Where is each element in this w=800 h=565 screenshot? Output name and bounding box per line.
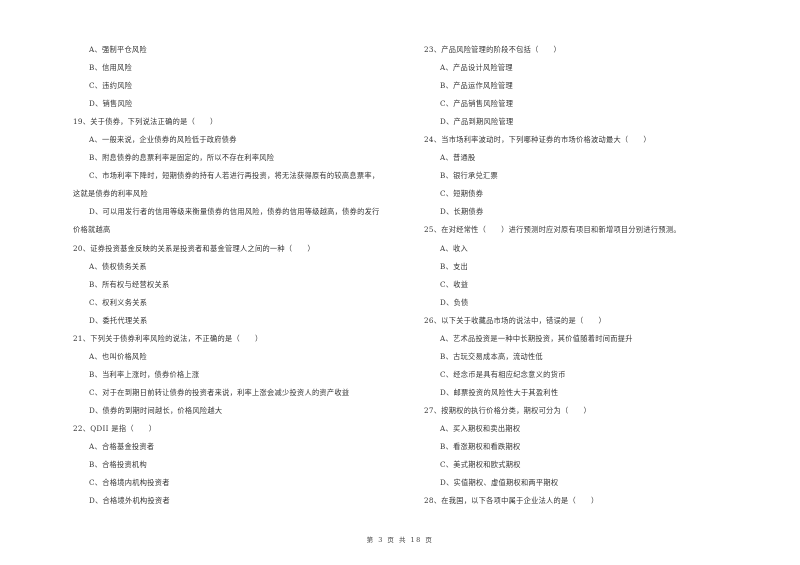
q24-stem: 24、当市场利率波动时，下列哪种证券的市场价格波动最大（ ） (424, 135, 651, 145)
q26-stem: 26、以下关于收藏品市场的说法中，错误的是（ ） (424, 315, 606, 325)
q18-option-d: D、销售风险 (89, 99, 133, 109)
q25-option-b: B、支出 (440, 261, 469, 271)
q22-stem: 22、QDII 是指（ ） (73, 423, 157, 433)
q24-option-d: D、长期债券 (440, 207, 484, 217)
q26-option-b: B、古玩交易成本高，流动性低 (440, 351, 543, 361)
q27-option-a: A、买入期权和卖出期权 (440, 423, 521, 433)
q24-option-c: C、短期债券 (440, 189, 484, 199)
q25-stem: 25、在对经常性（ ）进行预测时应对原有项目和新增项目分别进行预测。 (424, 225, 681, 235)
q24-option-b: B、银行承兑汇票 (440, 171, 498, 181)
q21-option-a: A、也叫价格风险 (89, 351, 147, 361)
q20-option-c: C、权利义务关系 (89, 297, 148, 307)
q23-option-b: B、产品运作风险管理 (440, 81, 513, 91)
q25-option-a: A、收入 (440, 243, 468, 253)
q23-stem: 23、产品风险管理的阶段不包括（ ） (424, 45, 562, 54)
q22-option-b: B、合格投资机构 (89, 460, 147, 470)
q20-stem: 20、证券投资基金反映的关系是投资者和基金管理人之间的一种（ ） (73, 243, 315, 253)
q19-option-d: D、可以用发行者的信用等级来衡量债券的信用风险，债券的信用等级越高，债券的发行 (89, 207, 380, 217)
q22-option-c: C、合格境内机构投资者 (89, 478, 170, 488)
q22-option-a: A、合格基金投资者 (89, 442, 155, 452)
q21-option-b: B、当利率上涨时，债券价格上涨 (89, 369, 200, 379)
q27-option-b: B、看涨期权和看跌期权 (440, 442, 521, 452)
page-number-footer: 第 3 页 共 18 页 (366, 536, 434, 544)
q21-stem: 21、下列关于债券利率风险的说法，不正确的是（ ） (73, 333, 263, 343)
q27-stem: 27、按期权的执行价格分类，期权可分为（ ） (424, 405, 591, 415)
left-column: A、强制平仓风险 B、信用风险 C、违约风险 D、销售风险 19、关于债券，下列… (73, 41, 418, 510)
q23-option-a: A、产品设计风险管理 (440, 63, 513, 73)
q27-option-d: D、实值期权、虚值期权和两平期权 (440, 478, 559, 488)
q23-option-c: C、产品销售风险管理 (440, 99, 514, 109)
q26-option-a: A、艺术品投资是一种中长期投资，其价值随着时间而提升 (440, 333, 633, 343)
q19-option-a: A、一般来说，企业债券的风险低于政府债券 (89, 135, 237, 145)
q24-option-a: A、普通股 (440, 153, 476, 163)
q26-option-c: C、经念币是具有相应纪念意义的货币 (440, 369, 566, 379)
q18-option-a: A、强制平仓风险 (89, 45, 147, 54)
q21-option-d: D、债券的到期时间越长，价格风险越大 (89, 405, 223, 415)
q18-option-b: B、信用风险 (89, 63, 133, 73)
q19-option-b: B、附息债券的息票利率是固定的，所以不存在利率风险 (89, 153, 275, 163)
q19-stem: 19、关于债券，下列说法正确的是（ ） (73, 117, 218, 127)
q26-option-d: D、邮票投资的风险性大于其盈利性 (440, 387, 559, 397)
right-column: 23、产品风险管理的阶段不包括（ ） A、产品设计风险管理 B、产品运作风险管理… (424, 41, 754, 510)
q23-option-d: D、产品到期风险管理 (440, 117, 514, 127)
q19-option-c-continued: 这就是债券的利率风险 (73, 189, 148, 199)
q21-option-c: C、对于在到期日前转让债券的投资者来说，利率上涨会减少投资人的资产收益 (89, 387, 350, 397)
q25-option-c: C、收益 (440, 279, 469, 289)
q25-option-d: D、负债 (440, 297, 469, 307)
q20-option-d: D、委托代理关系 (89, 315, 148, 325)
q20-option-a: A、债权债务关系 (89, 261, 147, 271)
q19-option-c: C、市场利率下降时，短期债券的持有人若进行再投资，将无法获得原有的较高息票率， (89, 171, 380, 181)
q20-option-b: B、所有权与经营权关系 (89, 279, 170, 289)
q19-option-d-continued: 价格就越高 (73, 225, 111, 235)
q18-option-c: C、违约风险 (89, 81, 133, 91)
q22-option-d: D、合格境外机构投资者 (89, 496, 170, 506)
q28-stem: 28、在我国，以下各项中属于企业法人的是（ ） (424, 496, 599, 506)
q27-option-c: C、美式期权和欧式期权 (440, 460, 521, 470)
